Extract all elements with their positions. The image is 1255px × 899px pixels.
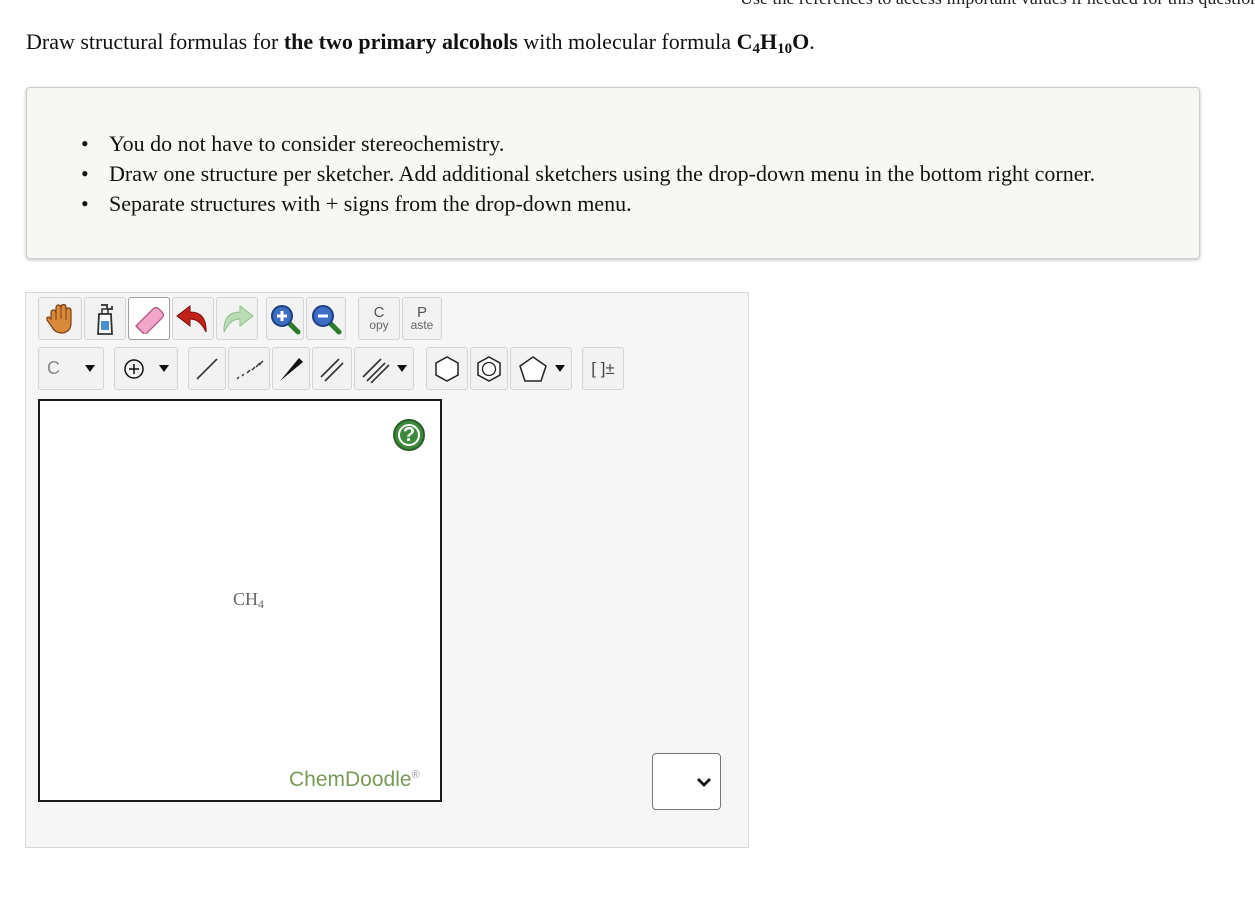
- question-middle: with molecular formula: [517, 29, 737, 54]
- question-suffix: .: [809, 29, 815, 54]
- instruction-item: You do not have to consider stereochemis…: [81, 129, 1095, 159]
- hand-tool-button[interactable]: [38, 297, 82, 340]
- dropdown-arrow-icon: [555, 364, 565, 372]
- cyclohexane-button[interactable]: [426, 347, 468, 390]
- undo-arrow-icon: [176, 304, 207, 332]
- hashed-bond-icon: [236, 360, 264, 379]
- paste-label-top: P: [416, 303, 427, 321]
- charge-bracket-button[interactable]: [ ]±: [582, 347, 624, 390]
- zoom-out-icon: [312, 304, 342, 334]
- molecular-formula: C4H10O: [736, 29, 810, 57]
- cyclopentane-icon: [519, 355, 547, 382]
- copy-label-bottom: opy: [369, 317, 389, 332]
- redo-button[interactable]: [216, 297, 258, 340]
- double-bond-button[interactable]: [312, 347, 352, 390]
- cut-off-header-text: Use the references to access important v…: [740, 0, 1255, 9]
- atom-label-dropdown[interactable]: C: [38, 347, 104, 390]
- zoom-out-button[interactable]: [306, 297, 346, 340]
- atom-label: C: [47, 358, 60, 378]
- chemdoodle-logo: ChemDoodle®: [289, 768, 420, 791]
- chevron-down-icon: [697, 777, 711, 787]
- clear-tool-button[interactable]: [84, 297, 126, 340]
- instruction-item: Draw one structure per sketcher. Add add…: [81, 159, 1095, 189]
- eraser-tool-button[interactable]: [128, 297, 170, 340]
- wedge-bond-icon: [280, 357, 303, 381]
- copy-button[interactable]: C opy: [358, 297, 400, 340]
- instructions-panel: You do not have to consider stereochemis…: [26, 87, 1200, 259]
- double-bond-icon: [320, 357, 344, 382]
- charge-dropdown[interactable]: [114, 347, 178, 390]
- benzene-icon: [477, 355, 501, 382]
- triple-bond-dropdown[interactable]: [354, 347, 414, 390]
- add-sketcher-dropdown[interactable]: [652, 753, 721, 810]
- question-bold: the two primary alcohols: [283, 29, 518, 54]
- chemdoodle-sketcher: C opy P aste C []± ? CH4 ChemDoodle®: [25, 292, 749, 848]
- question-prefix: Draw structural formulas for: [26, 29, 284, 54]
- hashed-bond-button[interactable]: [228, 347, 270, 390]
- zoom-in-button[interactable]: [266, 297, 304, 340]
- benzene-button[interactable]: [470, 347, 508, 390]
- paste-button[interactable]: P aste: [402, 297, 442, 340]
- hand-icon: [46, 303, 72, 334]
- single-bond-button[interactable]: [188, 347, 226, 390]
- molecule-label: CH4: [233, 589, 265, 611]
- zoom-in-icon: [271, 304, 301, 334]
- undo-button[interactable]: [172, 297, 214, 340]
- dropdown-arrow-icon: [85, 364, 95, 372]
- eraser-icon: [135, 306, 165, 334]
- paste-label-bottom: aste: [410, 317, 434, 332]
- instructions-list: You do not have to consider stereochemis…: [81, 129, 1095, 219]
- wedge-bond-button[interactable]: [272, 347, 310, 390]
- dropdown-arrow-icon: [397, 364, 407, 372]
- question-text: Draw structural formulas for the two pri…: [26, 29, 815, 57]
- instruction-item: Separate structures with + signs from th…: [81, 189, 1095, 219]
- drawing-canvas[interactable]: ? CH4 ChemDoodle®: [38, 399, 442, 802]
- bracket-icon: [ ]±: [591, 358, 615, 378]
- dropdown-arrow-icon: [159, 364, 169, 372]
- ring-dropdown[interactable]: [510, 347, 572, 390]
- copy-label-top: C: [373, 303, 385, 321]
- redo-arrow-icon: [223, 304, 254, 332]
- spray-bottle-icon: [97, 303, 113, 335]
- single-bond-icon: [196, 357, 218, 380]
- plus-charge-icon: [124, 358, 144, 379]
- triple-bond-icon: [362, 357, 390, 383]
- cyclohexane-icon: [435, 355, 459, 382]
- help-button[interactable]: ?: [393, 419, 425, 451]
- question-mark-icon: ?: [402, 423, 416, 446]
